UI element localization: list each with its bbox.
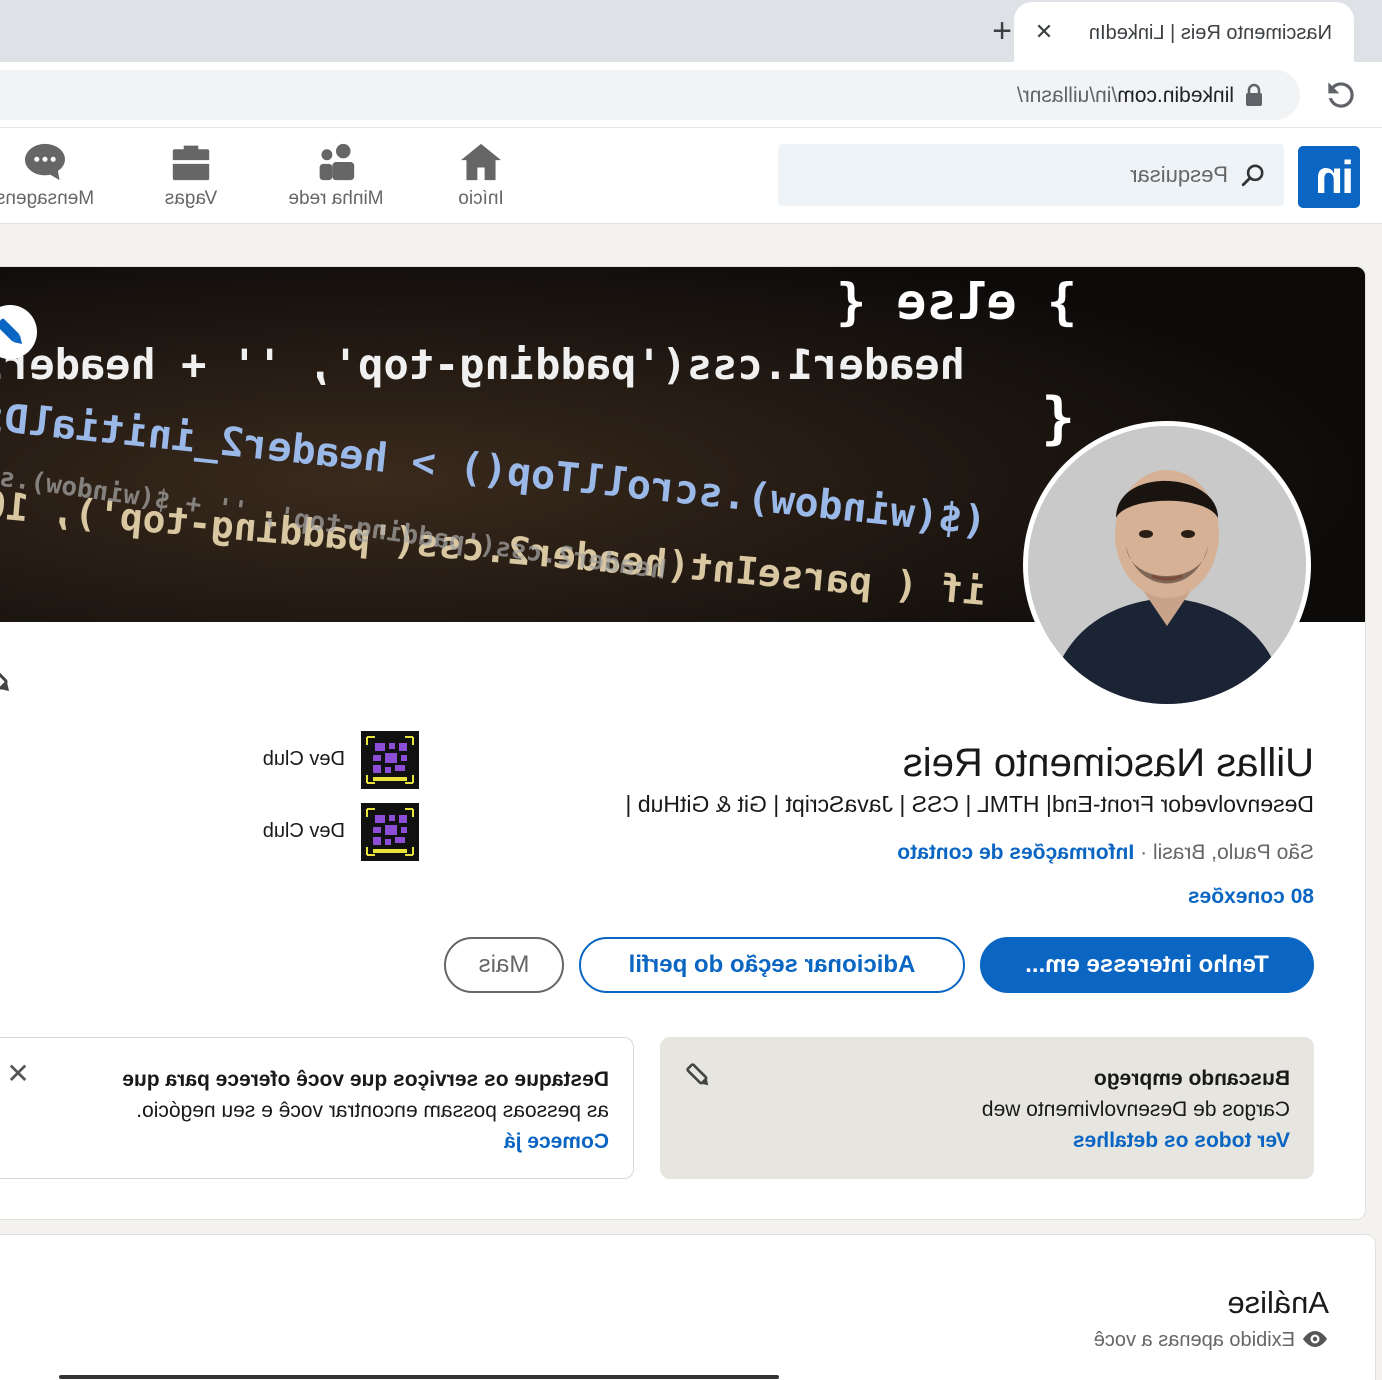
linkedin-logo[interactable]: in xyxy=(1298,146,1360,208)
url-host: linkedin.com xyxy=(1117,84,1234,107)
dev-club-logo xyxy=(361,731,419,789)
edit-banner-button[interactable] xyxy=(0,305,37,359)
services-prompt-box: Destaque os serviços que você oferece pa… xyxy=(0,1037,634,1179)
open-to-work-title: Buscando emprego xyxy=(1093,1067,1290,1090)
profile-name: Uillas Nascimento Reis xyxy=(902,741,1314,785)
profile-card: } else { header1.css('padding-top', '' +… xyxy=(0,266,1366,1220)
url-path: /in/uillasnr/ xyxy=(1016,84,1118,107)
reload-icon[interactable] xyxy=(1322,76,1360,114)
edit-open-to-work-button[interactable] xyxy=(684,1061,714,1091)
logo-text: in xyxy=(1317,151,1354,203)
open-to-work-roles: Cargos de Desenvolvimento web xyxy=(981,1098,1290,1121)
connections-link[interactable]: 80 conexões xyxy=(1188,885,1314,909)
home-icon xyxy=(461,143,501,181)
add-profile-section-button[interactable]: Adicionar seção do perfil xyxy=(579,937,965,993)
profile-photo-image xyxy=(1028,426,1306,704)
search-input[interactable]: Pesquisar xyxy=(778,144,1284,206)
url-text[interactable]: linkedin.com/in/uillasnr/ xyxy=(1017,84,1234,108)
address-bar[interactable]: linkedin.com/in/uillasnr/ xyxy=(0,70,1300,120)
banner-code-line: { xyxy=(1041,386,1075,451)
scroll-indicator xyxy=(59,1375,779,1379)
briefcase-icon xyxy=(172,145,210,181)
new-tab-button[interactable]: + xyxy=(984,12,1020,50)
banner-code-line: } else { xyxy=(836,273,1077,331)
separator: · xyxy=(1134,841,1153,864)
experience-org[interactable]: Dev Club xyxy=(159,731,419,789)
nav-item-messaging[interactable]: Mensagens xyxy=(0,142,110,216)
org-name: Dev Club xyxy=(262,748,345,770)
open-to-work-details-link[interactable]: Ver todos os detalhes xyxy=(684,1125,1290,1156)
analytics-subtitle: Exibido apenas a você xyxy=(1094,1329,1329,1352)
education-org[interactable]: Dev Club xyxy=(159,803,419,861)
lock-icon xyxy=(1244,83,1264,107)
close-icon[interactable]: ✕ xyxy=(3,1058,33,1090)
banner-code-line: header1.css('padding-top', '' + header1_… xyxy=(0,340,965,389)
nav-label: Início xyxy=(458,188,504,209)
nav-label: Minha rede xyxy=(288,188,384,209)
search-icon xyxy=(1241,164,1264,187)
search-placeholder: Pesquisar xyxy=(1130,162,1228,187)
analytics-title: Análise xyxy=(1227,1285,1329,1320)
profile-headline: Desenvolvedor Front-End| HTML | CSS | Ja… xyxy=(625,791,1314,817)
tab-title: Nascimento Reis | LinkedIn xyxy=(1088,22,1332,44)
browser-tab-strip: Nascimento Reis | LinkedIn ✕ + xyxy=(0,0,1382,62)
services-get-started-link[interactable]: Comece já xyxy=(5,1126,609,1157)
profile-photo[interactable] xyxy=(1023,421,1311,709)
services-prompt-text: as pessoas possam encontrar você e seu n… xyxy=(136,1099,609,1122)
contact-info-link[interactable]: Informações de contato xyxy=(897,841,1134,864)
browser-toolbar: linkedin.com/in/uillasnr/ xyxy=(0,62,1382,128)
pencil-icon xyxy=(686,1063,709,1086)
eye-icon xyxy=(1303,1331,1327,1347)
more-button[interactable]: Mais xyxy=(444,937,564,993)
linkedin-navbar: in Pesquisar Início Minha rede Vagas Men… xyxy=(0,128,1382,224)
pencil-icon xyxy=(0,318,23,345)
analytics-subtitle-text: Exibido apenas a você xyxy=(1093,1329,1295,1351)
nav-item-jobs[interactable]: Vagas xyxy=(126,142,256,216)
nav-item-network[interactable]: Minha rede xyxy=(271,142,401,216)
profile-location: São Paulo, Brasil · Informações de conta… xyxy=(897,841,1314,865)
open-to-button[interactable]: Tenho interesse em... xyxy=(980,937,1314,993)
browser-tab[interactable]: Nascimento Reis | LinkedIn ✕ xyxy=(1014,2,1354,62)
open-to-work-box: Buscando emprego Cargos de Desenvolvimen… xyxy=(660,1037,1314,1179)
location-text: São Paulo, Brasil xyxy=(1152,841,1314,864)
nav-label: Vagas xyxy=(164,188,218,209)
pencil-icon xyxy=(0,662,10,692)
services-prompt-title: Destaque os serviços que você oferece pa… xyxy=(122,1068,609,1091)
nav-label: Mensagens xyxy=(0,188,95,209)
org-name: Dev Club xyxy=(262,820,345,842)
network-icon xyxy=(319,143,355,181)
messaging-icon xyxy=(25,143,65,181)
edit-intro-button[interactable] xyxy=(0,659,17,699)
dev-club-logo xyxy=(361,803,419,861)
close-tab-icon[interactable]: ✕ xyxy=(1030,18,1058,46)
analytics-card: Análise Exibido apenas a você xyxy=(0,1234,1376,1380)
nav-item-home[interactable]: Início xyxy=(416,142,546,216)
